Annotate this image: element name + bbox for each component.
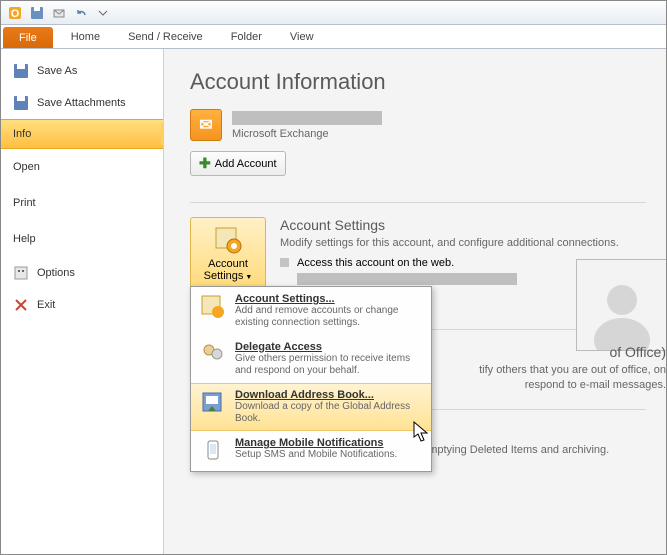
sidebar-exit[interactable]: Exit [1, 289, 163, 321]
bullet-icon [280, 258, 289, 267]
attachment-icon [13, 95, 29, 111]
add-account-button[interactable]: ✚ Add Account [190, 151, 286, 176]
sidebar-item-label: Open [13, 161, 40, 173]
bullet-text: Access this account on the web. [297, 257, 454, 269]
page-title: Account Information [190, 69, 646, 95]
tab-folder[interactable]: Folder [217, 25, 276, 48]
account-settings-small-icon [199, 293, 227, 321]
delegate-icon [199, 341, 227, 369]
save-icon [13, 63, 29, 79]
dropdown-item-title: Manage Mobile Notifications [235, 437, 397, 449]
mouse-cursor-icon [413, 421, 431, 443]
account-icon: ✉ [190, 109, 222, 141]
sidebar-info[interactable]: Info [1, 119, 163, 149]
section-desc: Modify settings for this account, and co… [280, 236, 646, 251]
qat-customize-icon[interactable] [93, 4, 113, 22]
undo-icon[interactable] [71, 4, 91, 22]
backstage-sidebar: Save As Save Attachments Info Open Print… [1, 49, 163, 554]
account-settings-button[interactable]: Account Settings▼ [190, 217, 266, 289]
sidebar-save-attachments[interactable]: Save Attachments [1, 87, 163, 119]
account-type: Microsoft Exchange [232, 128, 382, 140]
dropdown-item-title: Download Address Book... [235, 389, 423, 401]
dropdown-item-download-address-book[interactable]: Download Address Book...Download a copy … [191, 383, 431, 431]
dropdown-item-delegate-access[interactable]: Delegate AccessGive others permission to… [191, 335, 431, 383]
save-icon[interactable] [27, 4, 47, 22]
sidebar-options[interactable]: Options [1, 257, 163, 289]
account-settings-dropdown: Account Settings...Add and remove accoun… [190, 286, 432, 472]
app-icon[interactable]: O [5, 4, 25, 22]
dropdown-item-desc: Setup SMS and Mobile Notifications. [235, 449, 397, 461]
send-all-icon[interactable] [49, 4, 69, 22]
tab-home[interactable]: Home [57, 25, 114, 48]
dropdown-arrow-icon: ▼ [245, 274, 252, 281]
account-name-redacted [232, 111, 382, 125]
separator [190, 202, 646, 203]
section-title: Account Settings [280, 217, 646, 233]
dropdown-item-title: Account Settings... [235, 293, 423, 305]
dropdown-item-desc: Add and remove accounts or change existi… [235, 305, 423, 329]
sidebar-save-as[interactable]: Save As [1, 55, 163, 87]
ribbon-tabs: File Home Send / Receive Folder View [1, 25, 666, 49]
sidebar-item-label: Help [13, 233, 36, 245]
account-row: ✉ Microsoft Exchange [190, 109, 646, 141]
dropdown-item-account-settings[interactable]: Account Settings...Add and remove accoun… [191, 287, 431, 335]
url-redacted [297, 273, 517, 285]
tab-send-receive[interactable]: Send / Receive [114, 25, 217, 48]
sidebar-print[interactable]: Print [1, 185, 163, 221]
sidebar-item-label: Info [13, 128, 31, 140]
quick-access-toolbar: O [1, 1, 666, 25]
dropdown-item-title: Delegate Access [235, 341, 423, 353]
exit-icon [13, 297, 29, 313]
address-book-icon [199, 389, 227, 417]
sidebar-item-label: Save Attachments [37, 97, 126, 109]
button-label: Account Settings [204, 258, 248, 282]
sidebar-help[interactable]: Help [1, 221, 163, 257]
dropdown-item-mobile-notifications[interactable]: Manage Mobile NotificationsSetup SMS and… [191, 431, 431, 471]
mobile-icon [199, 437, 227, 465]
account-settings-icon [212, 224, 244, 256]
add-account-label: Add Account [215, 158, 277, 170]
sidebar-item-label: Exit [37, 299, 55, 311]
dropdown-item-desc: Download a copy of the Global Address Bo… [235, 401, 423, 425]
tab-view[interactable]: View [276, 25, 328, 48]
sidebar-item-label: Print [13, 197, 36, 209]
svg-text:O: O [11, 8, 20, 20]
options-icon [13, 265, 29, 281]
tab-file[interactable]: File [3, 27, 53, 48]
contact-photo [576, 259, 666, 351]
dropdown-item-desc: Give others permission to receive items … [235, 353, 423, 377]
plus-icon: ✚ [199, 155, 211, 172]
sidebar-item-label: Options [37, 267, 75, 279]
sidebar-item-label: Save As [37, 65, 77, 77]
sidebar-open[interactable]: Open [1, 149, 163, 185]
